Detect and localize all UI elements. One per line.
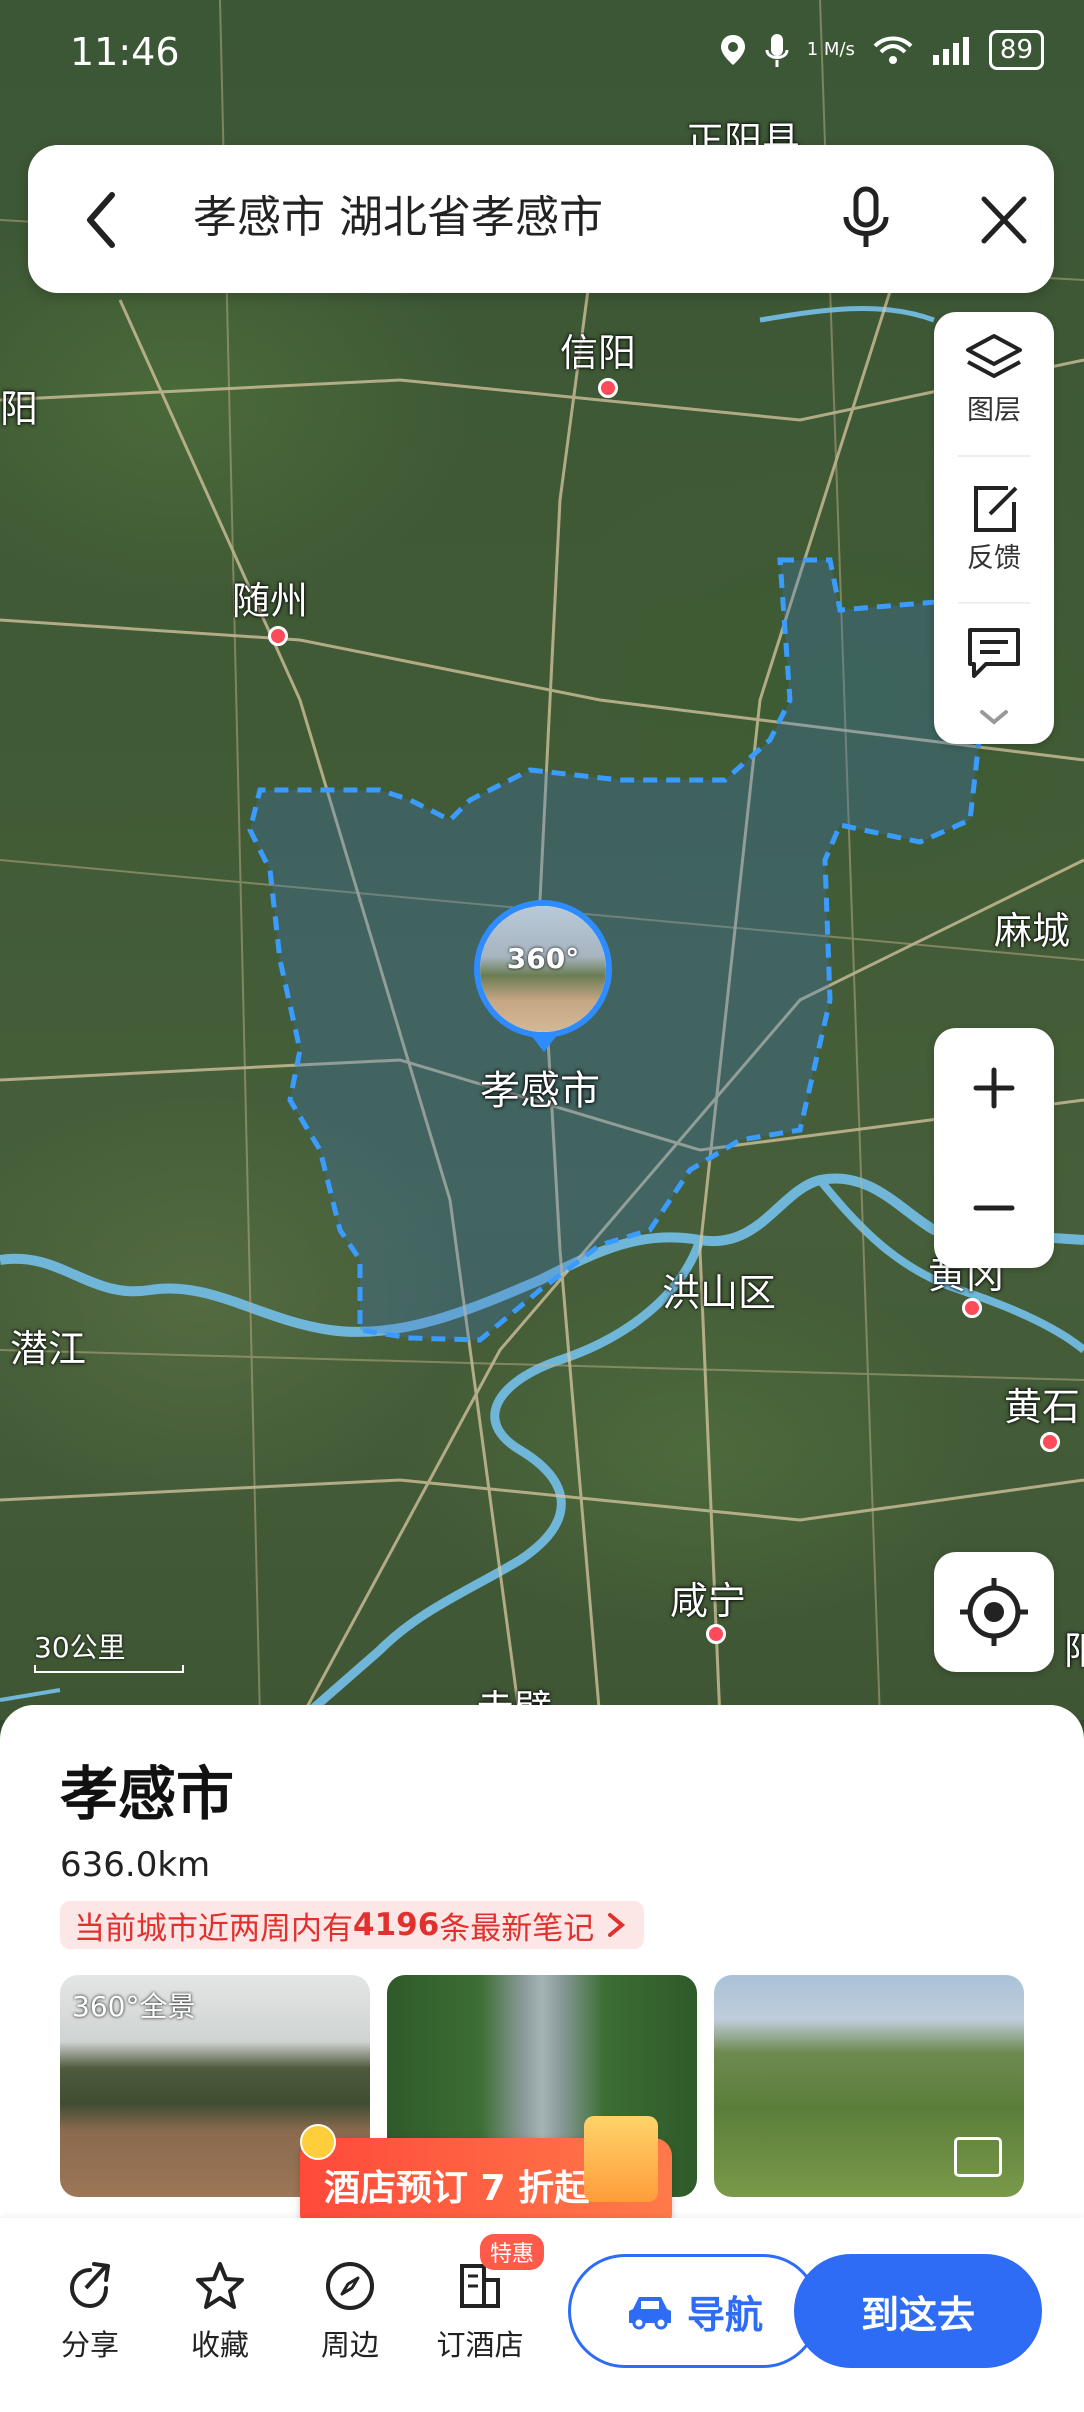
map-label-city[interactable]: 麻城	[994, 900, 1070, 955]
share-button[interactable]: 分享	[40, 2260, 140, 2364]
marker-pointer	[530, 1034, 558, 1052]
voice-search-icon[interactable]	[836, 183, 896, 253]
nearby-label: 周边	[320, 2328, 379, 2362]
map-scale-label: 30公里	[34, 1631, 126, 1664]
layers-label: 图层	[967, 395, 1021, 426]
share-icon	[69, 2262, 110, 2309]
plus-icon	[973, 1067, 1015, 1109]
status-icons: 1 M/s 89	[719, 30, 1044, 70]
compass-icon	[326, 2262, 374, 2310]
hotel-bed-icon	[584, 2116, 658, 2202]
share-label: 分享	[60, 2328, 119, 2362]
star-icon	[196, 2262, 244, 2309]
feedback-button[interactable]: 反馈	[934, 480, 1054, 575]
feedback-edit-icon	[974, 486, 1018, 532]
navigate-label: 导航	[686, 2292, 763, 2337]
favorite-label: 收藏	[190, 2328, 249, 2362]
notes-banner[interactable]: 当前城市近两周内有 4196 条最新笔记	[60, 1901, 645, 1949]
coin-icon	[300, 2124, 336, 2160]
wifi-icon	[873, 36, 913, 64]
message-icon	[968, 628, 1020, 678]
crosshair-location-icon	[960, 1578, 1028, 1646]
battery-indicator: 89	[988, 30, 1044, 70]
gallery-photo[interactable]	[714, 1975, 1024, 2197]
marker-title[interactable]: 孝感市	[480, 1058, 600, 1116]
signal-icon	[932, 37, 969, 65]
car-icon	[628, 2297, 671, 2330]
image-icon	[954, 2137, 1002, 2177]
notes-button[interactable]	[934, 624, 1054, 682]
book-hotel-label: 订酒店	[436, 2328, 524, 2362]
map-label-city[interactable]: 咸宁	[670, 1570, 746, 1625]
city-dot	[598, 378, 618, 398]
city-dot	[268, 626, 288, 646]
feedback-label: 反馈	[967, 543, 1021, 574]
locate-me-button[interactable]	[934, 1552, 1054, 1672]
place-distance: 636.0km	[60, 1845, 211, 1885]
notes-prefix: 当前城市近两周内有	[74, 1910, 353, 1947]
map-label-city[interactable]: 阳	[0, 378, 38, 433]
place-title: 孝感市	[60, 1760, 235, 1828]
map-label-city[interactable]: 潜江	[10, 1318, 86, 1373]
map-label-city[interactable]: 黄石	[1004, 1376, 1080, 1431]
zoom-in-button[interactable]	[934, 1028, 1054, 1148]
special-offer-tag: 特惠	[480, 2234, 545, 2270]
status-bar: 11:46 1 M/s 89	[0, 0, 1084, 110]
close-icon[interactable]	[974, 185, 1034, 255]
panorama-360-label: 360°	[506, 942, 580, 975]
search-bar[interactable]: 孝感市 湖北省孝感市	[28, 145, 1054, 293]
hotel-promo-text: 酒店预订 7 折起	[324, 2168, 591, 2209]
notes-suffix: 条最新笔记	[439, 1910, 595, 1947]
nearby-button[interactable]: 周边	[300, 2260, 400, 2364]
go-here-button[interactable]: 到这去	[794, 2254, 1042, 2368]
notes-count: 4196	[353, 1907, 440, 1943]
side-divider	[958, 602, 1030, 604]
status-time: 11:46	[70, 30, 180, 74]
zoom-out-button[interactable]	[934, 1148, 1054, 1268]
map-tools-panel: 图层 反馈	[934, 312, 1054, 744]
book-hotel-button[interactable]: 订酒店	[430, 2260, 530, 2364]
layers-button[interactable]: 图层	[934, 332, 1054, 427]
city-dot	[1040, 1432, 1060, 1452]
microphone-status-icon	[765, 34, 789, 67]
network-speed: 1 M/s	[806, 39, 855, 60]
map-label-city[interactable]: 信阳	[560, 322, 636, 377]
city-dot	[962, 1298, 982, 1318]
navigate-button[interactable]: 导航	[568, 2254, 820, 2368]
zoom-controls	[934, 1028, 1054, 1268]
back-arrow-icon[interactable]	[76, 185, 126, 255]
map-label-city[interactable]: 随州	[232, 570, 308, 625]
side-divider	[958, 455, 1030, 457]
go-here-label: 到这去	[860, 2292, 975, 2337]
panorama-marker[interactable]: 360°	[474, 900, 612, 1038]
panorama-badge: 360°全景	[72, 1990, 196, 2023]
layers-icon	[966, 334, 1022, 378]
favorite-button[interactable]: 收藏	[170, 2260, 270, 2364]
location-icon	[720, 35, 745, 65]
chevron-right-icon	[608, 1913, 626, 1937]
city-dot	[706, 1624, 726, 1644]
search-query-text[interactable]: 孝感市 湖北省孝感市	[193, 183, 603, 253]
chevron-down-icon[interactable]	[978, 708, 1010, 728]
map-label-city[interactable]: 洪山区	[662, 1262, 776, 1317]
minus-icon	[973, 1205, 1015, 1211]
map-label-city[interactable]: 阳	[1064, 1620, 1084, 1675]
map-scale-bar	[34, 1665, 184, 1673]
